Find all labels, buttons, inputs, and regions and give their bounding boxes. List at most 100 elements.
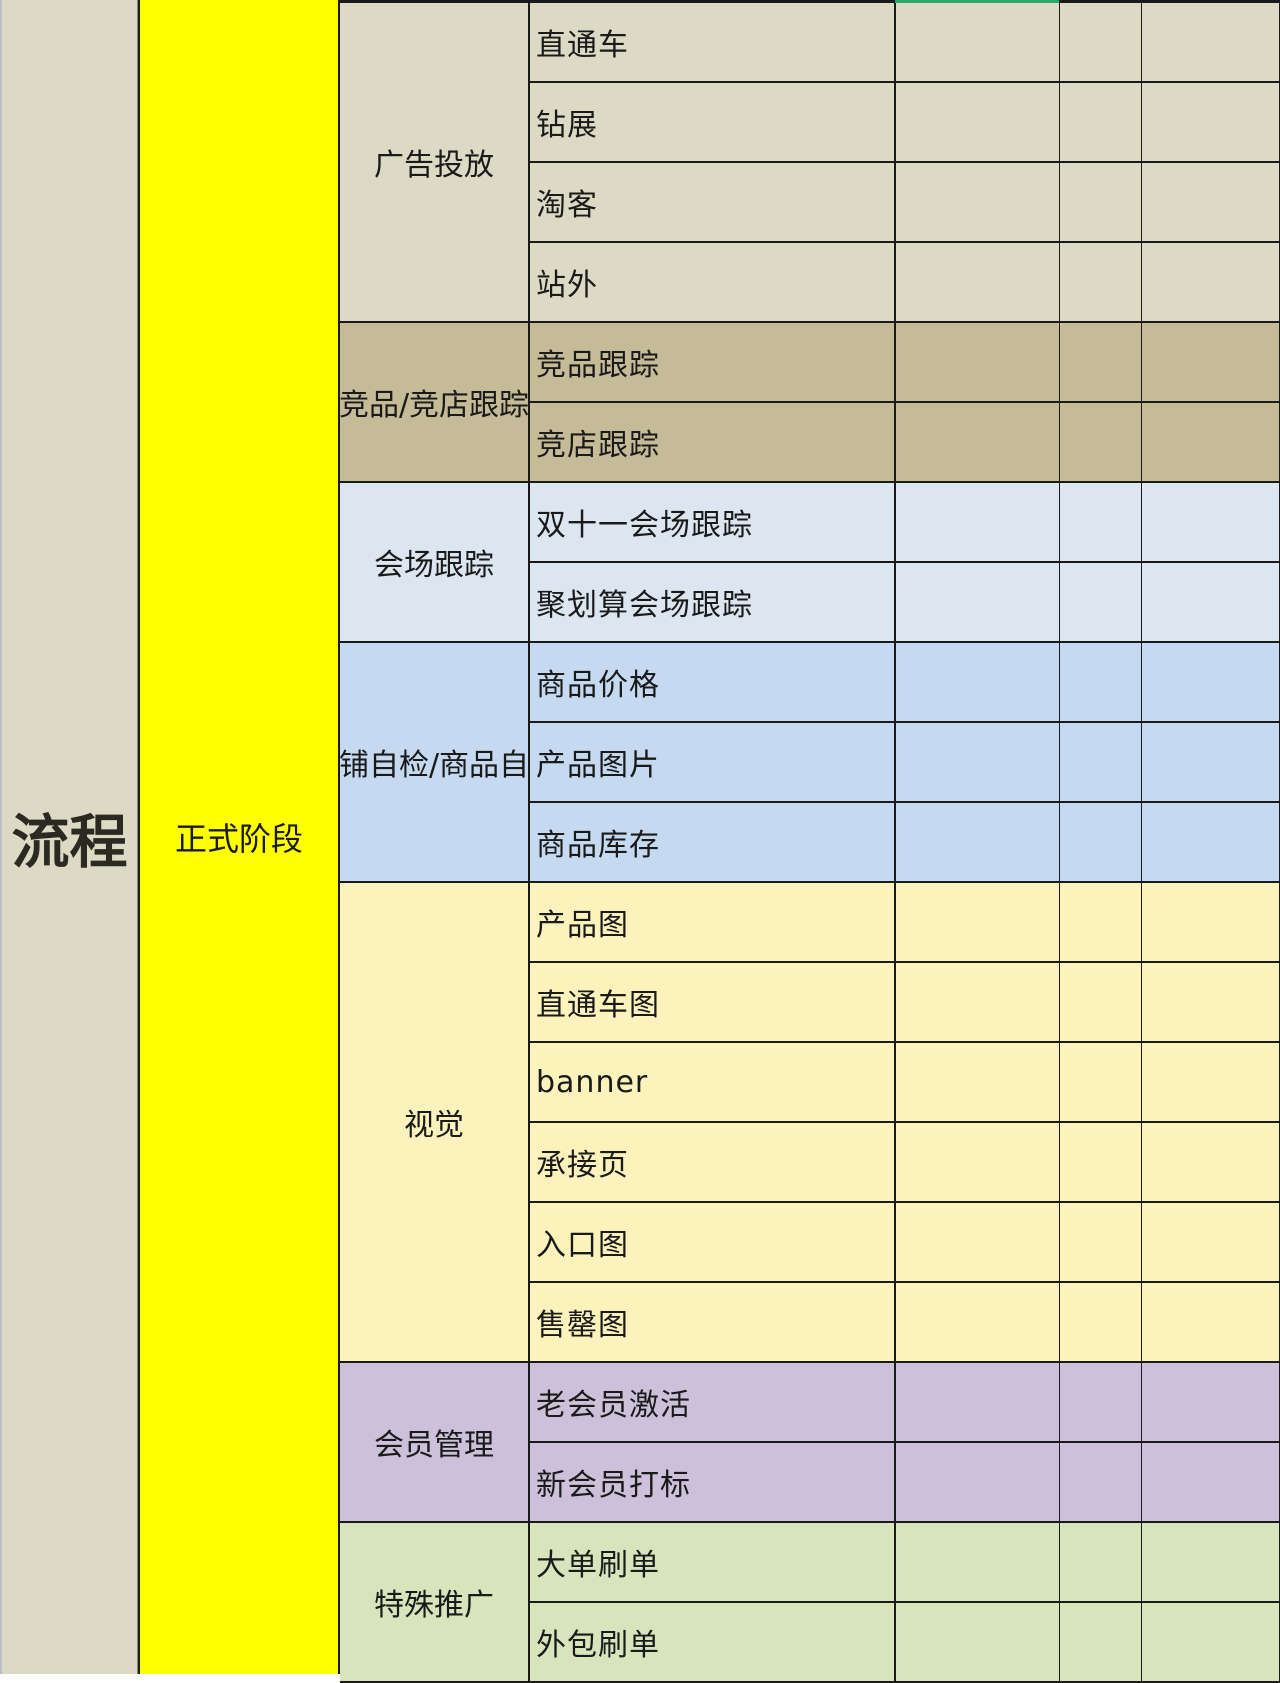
empty-cell[interactable]: [1142, 1283, 1280, 1363]
category-cell[interactable]: 视觉: [340, 883, 530, 1363]
empty-cell[interactable]: [1060, 1283, 1142, 1363]
item-cell[interactable]: 聚划算会场跟踪: [530, 563, 896, 643]
empty-cell[interactable]: [1142, 1443, 1280, 1523]
item-cell[interactable]: 淘客: [530, 163, 896, 243]
empty-cell[interactable]: [1142, 643, 1280, 723]
item-cell[interactable]: 承接页: [530, 1123, 896, 1203]
item-cell[interactable]: 直通车: [530, 3, 896, 83]
empty-cell[interactable]: [1142, 403, 1280, 483]
category-label: 会场跟踪: [374, 548, 494, 583]
category-cell[interactable]: 广告投放: [340, 3, 530, 323]
empty-cell[interactable]: [896, 243, 1060, 323]
empty-cell[interactable]: [1060, 1603, 1142, 1683]
empty-cell[interactable]: [1060, 83, 1142, 163]
empty-cell[interactable]: [1060, 483, 1142, 563]
empty-cell[interactable]: [1060, 723, 1142, 803]
empty-cell[interactable]: [1142, 3, 1280, 83]
item-cell[interactable]: 产品图片: [530, 723, 896, 803]
empty-cell[interactable]: [896, 643, 1060, 723]
item-cell[interactable]: 产品图: [530, 883, 896, 963]
empty-cell[interactable]: [896, 1043, 1060, 1123]
empty-cell[interactable]: [1060, 403, 1142, 483]
empty-cell[interactable]: [1142, 163, 1280, 243]
empty-cell[interactable]: [1060, 1043, 1142, 1123]
empty-cell[interactable]: [1142, 883, 1280, 963]
empty-cell[interactable]: [1142, 1523, 1280, 1603]
process-cell[interactable]: 流程: [0, 0, 138, 1674]
empty-cell[interactable]: [1142, 1123, 1280, 1203]
phase-cell[interactable]: 正式阶段: [138, 0, 340, 1674]
empty-cell[interactable]: [1060, 563, 1142, 643]
empty-cell[interactable]: [1142, 1203, 1280, 1283]
empty-cell[interactable]: [1142, 323, 1280, 403]
empty-cell[interactable]: [896, 883, 1060, 963]
top-border: [340, 0, 1280, 3]
spreadsheet: 流程 正式阶段 广告投放 直通车钻展淘客 站外 竞品/竞店跟踪 竞品跟踪 竞店跟踪会场跟踪…: [0, 0, 1280, 1683]
empty-cell[interactable]: [1060, 1443, 1142, 1523]
empty-cell[interactable]: [896, 83, 1060, 163]
empty-cell[interactable]: [896, 1123, 1060, 1203]
item-cell[interactable]: 站外: [530, 243, 896, 323]
item-cell[interactable]: 入口图: [530, 1203, 896, 1283]
category-cell[interactable]: 店铺自检/商品自检: [340, 643, 530, 883]
item-label: 钻展: [536, 108, 598, 143]
empty-cell[interactable]: [1142, 1043, 1280, 1123]
empty-cell[interactable]: [1142, 83, 1280, 163]
item-cell[interactable]: 外包刷单: [530, 1603, 896, 1683]
empty-cell[interactable]: [896, 1443, 1060, 1523]
category-cell[interactable]: 会场跟踪: [340, 483, 530, 643]
empty-cell[interactable]: [896, 563, 1060, 643]
empty-cell[interactable]: [1142, 803, 1280, 883]
item-cell[interactable]: 大单刷单: [530, 1523, 896, 1603]
empty-cell[interactable]: [1060, 643, 1142, 723]
empty-cell[interactable]: [1142, 1603, 1280, 1683]
item-label: 产品图: [536, 908, 629, 943]
empty-cell[interactable]: [1142, 963, 1280, 1043]
empty-cell[interactable]: [1060, 1363, 1142, 1443]
category-cell[interactable]: 会员管理: [340, 1363, 530, 1523]
empty-cell[interactable]: [1060, 883, 1142, 963]
item-cell[interactable]: 钻展: [530, 83, 896, 163]
empty-cell[interactable]: [896, 803, 1060, 883]
item-cell[interactable]: 老会员激活: [530, 1363, 896, 1443]
item-label: 产品图片: [536, 748, 660, 783]
empty-cell[interactable]: [1060, 243, 1142, 323]
empty-cell[interactable]: [1060, 803, 1142, 883]
item-label: 外包刷单: [536, 1628, 660, 1663]
item-cell[interactable]: 商品库存: [530, 803, 896, 883]
empty-cell[interactable]: [896, 1283, 1060, 1363]
empty-cell[interactable]: [896, 1523, 1060, 1603]
empty-cell[interactable]: [1142, 563, 1280, 643]
empty-cell[interactable]: [1060, 3, 1142, 83]
empty-cell[interactable]: [896, 483, 1060, 563]
empty-cell[interactable]: [1060, 1203, 1142, 1283]
empty-cell[interactable]: [1060, 1523, 1142, 1603]
empty-cell[interactable]: [1060, 323, 1142, 403]
item-cell[interactable]: 竞店跟踪: [530, 403, 896, 483]
empty-cell[interactable]: [1060, 163, 1142, 243]
item-cell[interactable]: 双十一会场跟踪: [530, 483, 896, 563]
category-cell[interactable]: 竞品/竞店跟踪: [340, 323, 530, 483]
item-cell[interactable]: 竞品跟踪: [530, 323, 896, 403]
empty-cell[interactable]: [896, 723, 1060, 803]
item-cell[interactable]: 新会员打标: [530, 1443, 896, 1523]
empty-cell[interactable]: [1142, 483, 1280, 563]
empty-cell[interactable]: [1060, 1123, 1142, 1203]
empty-cell[interactable]: [896, 1363, 1060, 1443]
empty-cell[interactable]: [896, 3, 1060, 83]
empty-cell[interactable]: [1142, 243, 1280, 323]
item-cell[interactable]: 商品价格: [530, 643, 896, 723]
category-cell[interactable]: 特殊推广: [340, 1523, 530, 1683]
empty-cell[interactable]: [896, 323, 1060, 403]
empty-cell[interactable]: [896, 1603, 1060, 1683]
empty-cell[interactable]: [896, 403, 1060, 483]
item-cell[interactable]: 售罄图: [530, 1283, 896, 1363]
empty-cell[interactable]: [1142, 723, 1280, 803]
empty-cell[interactable]: [1142, 1363, 1280, 1443]
empty-cell[interactable]: [896, 963, 1060, 1043]
empty-cell[interactable]: [896, 1203, 1060, 1283]
item-cell[interactable]: 直通车图: [530, 963, 896, 1043]
item-cell[interactable]: banner: [530, 1043, 896, 1123]
empty-cell[interactable]: [896, 163, 1060, 243]
empty-cell[interactable]: [1060, 963, 1142, 1043]
